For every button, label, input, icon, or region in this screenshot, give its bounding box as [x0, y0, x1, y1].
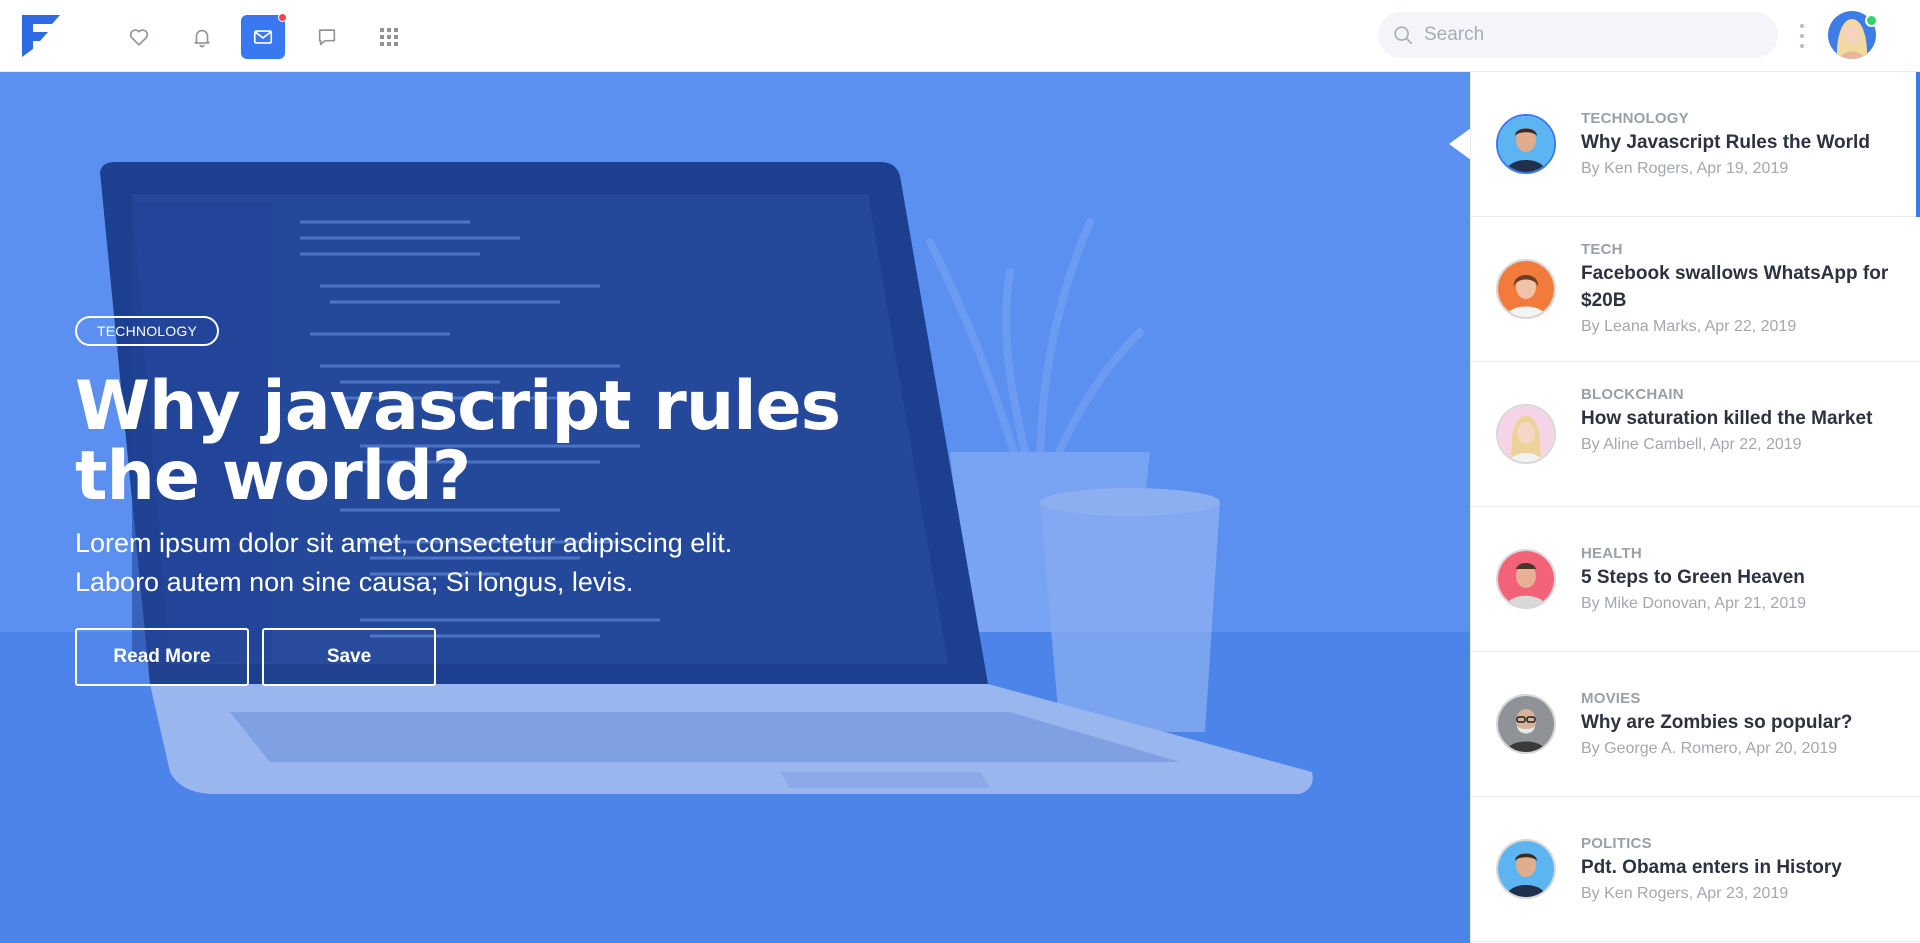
author-avatar — [1496, 694, 1556, 754]
search-bar — [1378, 12, 1778, 58]
article-title[interactable]: 5 Steps to Green Heaven — [1581, 564, 1901, 591]
chat-icon — [318, 29, 336, 46]
save-button[interactable]: Save — [262, 628, 436, 686]
hero-subtitle: Lorem ipsum dolor sit amet, consectetur … — [75, 524, 835, 602]
notifications-button[interactable] — [180, 15, 224, 59]
hero-banner: TECHNOLOGY Why javascript rules the worl… — [0, 72, 1470, 943]
article-text: HEALTH 5 Steps to Green Heaven By Mike D… — [1581, 545, 1901, 613]
hero-subtitle-line-2: Laboro autem non sine causa; Si longus, … — [75, 567, 634, 597]
notification-dot — [278, 13, 287, 22]
article-item[interactable]: HEALTH 5 Steps to Green Heaven By Mike D… — [1471, 507, 1920, 652]
active-item-pointer — [1449, 128, 1471, 160]
article-category: BLOCKCHAIN — [1581, 386, 1684, 403]
bell-icon — [194, 29, 210, 48]
article-text: MOVIES Why are Zombies so popular? By Ge… — [1581, 690, 1901, 758]
mail-icon — [253, 30, 273, 44]
hero-title: Why javascript rules the world? — [75, 372, 975, 512]
top-navbar — [0, 0, 1920, 72]
article-meta: By Aline Cambell, Apr 22, 2019 — [1581, 436, 1802, 453]
online-status-dot — [1865, 14, 1878, 27]
article-item[interactable]: TECHNOLOGY Why Javascript Rules the Worl… — [1471, 72, 1920, 217]
article-title[interactable]: How saturation killed the Market — [1581, 405, 1901, 432]
logo-icon — [22, 15, 60, 57]
author-avatar — [1496, 114, 1556, 174]
more-options-icon[interactable] — [1796, 24, 1808, 48]
read-more-button[interactable]: Read More — [75, 628, 249, 686]
article-item[interactable]: MOVIES Why are Zombies so popular? By Ge… — [1471, 652, 1920, 797]
article-item[interactable]: TECH Facebook swallows WhatsApp for $20B… — [1471, 217, 1920, 362]
article-text: BLOCKCHAIN How saturation killed the Mar… — [1581, 386, 1901, 454]
article-meta: By Leana Marks, Apr 22, 2019 — [1581, 318, 1797, 335]
article-category: TECHNOLOGY — [1581, 110, 1689, 127]
article-title[interactable]: Why Javascript Rules the World — [1581, 129, 1901, 156]
article-text: TECH Facebook swallows WhatsApp for $20B… — [1581, 241, 1901, 336]
author-avatar — [1496, 549, 1556, 609]
article-category: POLITICS — [1581, 835, 1652, 852]
article-meta: By George A. Romero, Apr 20, 2019 — [1581, 740, 1838, 757]
author-avatar — [1496, 259, 1556, 319]
hero-title-line-2: the world? — [75, 437, 471, 516]
hero-category-tag[interactable]: TECHNOLOGY — [75, 316, 220, 346]
article-category: TECH — [1581, 241, 1623, 258]
article-category: MOVIES — [1581, 690, 1641, 707]
messages-button[interactable] — [241, 13, 287, 59]
article-item[interactable]: BLOCKCHAIN How saturation killed the Mar… — [1471, 362, 1920, 507]
article-text: TECHNOLOGY Why Javascript Rules the Worl… — [1581, 110, 1901, 178]
article-category: HEALTH — [1581, 545, 1642, 562]
logo[interactable] — [22, 15, 62, 57]
article-title[interactable]: Facebook swallows WhatsApp for $20B — [1581, 260, 1901, 314]
article-text: POLITICS Pdt. Obama enters in History By… — [1581, 835, 1901, 903]
hero-subtitle-line-1: Lorem ipsum dolor sit amet, consectetur … — [75, 528, 733, 558]
article-meta: By Ken Rogers, Apr 19, 2019 — [1581, 160, 1789, 177]
author-avatar — [1496, 404, 1556, 464]
apps-button[interactable] — [367, 15, 411, 59]
article-meta: By Mike Donovan, Apr 21, 2019 — [1581, 595, 1807, 612]
article-meta: By Ken Rogers, Apr 23, 2019 — [1581, 885, 1789, 902]
favorites-button[interactable] — [117, 15, 161, 59]
hero-title-line-1: Why javascript rules — [75, 367, 841, 446]
author-avatar — [1496, 839, 1556, 899]
search-input[interactable] — [1424, 24, 1744, 46]
article-item[interactable]: POLITICS Pdt. Obama enters in History By… — [1471, 797, 1920, 942]
heart-icon — [129, 29, 149, 46]
article-title[interactable]: Why are Zombies so popular? — [1581, 709, 1901, 736]
article-list: TECHNOLOGY Why Javascript Rules the Worl… — [1470, 72, 1920, 943]
search-icon — [1394, 26, 1413, 45]
chat-button[interactable] — [305, 15, 349, 59]
article-title[interactable]: Pdt. Obama enters in History — [1581, 854, 1901, 881]
apps-grid-icon — [380, 28, 398, 46]
